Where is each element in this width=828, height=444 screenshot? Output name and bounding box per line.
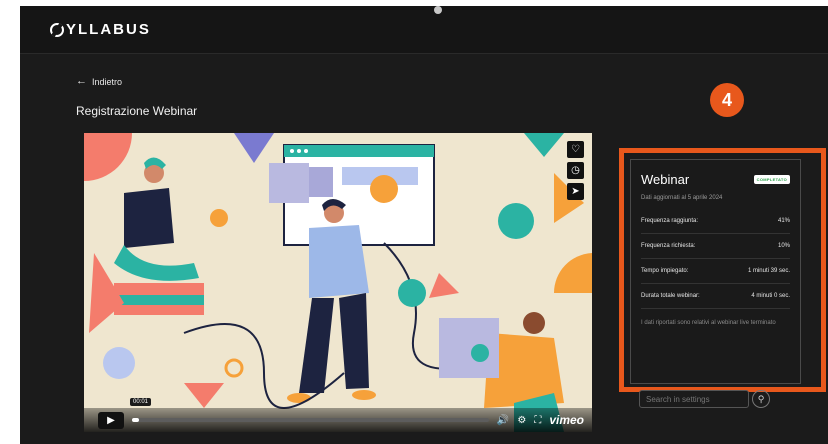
stat-row: Durata totale webinar: 4 minuti 0 sec.: [641, 284, 790, 309]
search-input[interactable]: [639, 390, 749, 408]
send-icon[interactable]: ➤: [567, 183, 584, 200]
video-frame-illustration: [84, 133, 592, 432]
stat-label: Durata totale webinar:: [641, 293, 700, 299]
webinar-stats-panel: Webinar COMPLETATO Dati aggiornati al 5 …: [630, 159, 801, 384]
back-label: Indietro: [92, 76, 123, 87]
status-badge: COMPLETATO: [753, 175, 790, 184]
arrow-left-icon: ←: [76, 75, 87, 87]
step-number-badge: 4: [710, 83, 744, 117]
syllabus-logo[interactable]: YLLABUS: [50, 21, 151, 38]
stat-label: Tempo impiegato:: [641, 268, 689, 274]
player-side-toolbar: ♡ ◷ ➤: [567, 141, 584, 200]
panel-note: I dati riportati sono relativi al webina…: [641, 320, 776, 326]
logo-s-icon: [50, 22, 64, 37]
volume-icon[interactable]: 🔊: [497, 415, 509, 426]
stat-value: 4 minuti 0 sec.: [751, 293, 790, 299]
logo-text: YLLABUS: [66, 21, 151, 38]
panel-title: Webinar: [641, 172, 690, 187]
stat-value: 1 minuti 39 sec.: [747, 268, 790, 274]
top-bar: YLLABUS: [20, 6, 828, 54]
progress-bar[interactable]: [132, 418, 489, 422]
progress-fill: [132, 418, 140, 422]
stat-row: Frequenza raggiunta: 41%: [641, 209, 790, 234]
stat-label: Frequenza richiesta:: [641, 243, 696, 249]
play-button[interactable]: ▶: [98, 411, 124, 429]
stat-label: Frequenza raggiunta:: [641, 218, 699, 224]
updated-date: Dati aggiornati al 5 aprile 2024: [641, 195, 723, 201]
fullscreen-icon[interactable]: ⛶: [534, 415, 541, 426]
timecode: 00:01: [130, 398, 152, 406]
settings-icon[interactable]: ⚙: [517, 415, 526, 426]
clock-icon[interactable]: ◷: [567, 162, 584, 179]
back-link[interactable]: ← Indietro: [76, 76, 122, 87]
page-title: Registrazione Webinar: [76, 104, 198, 118]
vimeo-logo[interactable]: vimeo: [549, 413, 584, 427]
camera-notch: [434, 6, 442, 14]
stat-row: Tempo impiegato: 1 minuti 39 sec.: [641, 259, 790, 284]
video-player[interactable]: ♡ ◷ ➤ 00:01 ▶ 🔊 ⚙ ⛶ vimeo: [84, 133, 592, 432]
heart-icon[interactable]: ♡: [567, 141, 584, 158]
stat-value: 41%: [777, 218, 790, 224]
stat-row: Frequenza richiesta: 10%: [641, 234, 790, 259]
player-controls: ▶ 🔊 ⚙ ⛶ vimeo: [84, 408, 592, 432]
stat-value: 10%: [777, 243, 790, 249]
stats-list: Frequenza raggiunta: 41% Frequenza richi…: [641, 209, 790, 309]
search-icon[interactable]: ⚲: [752, 390, 770, 408]
